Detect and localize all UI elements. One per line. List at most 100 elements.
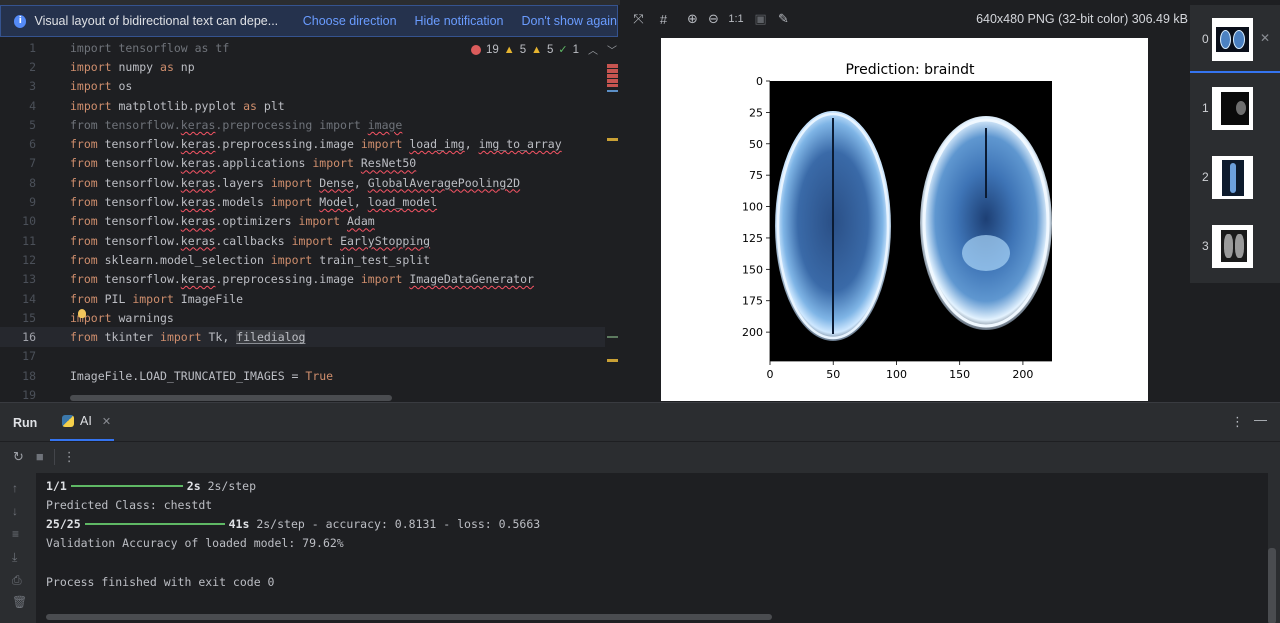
editor-horizontal-scrollbar[interactable] [70,395,392,401]
chevron-down-icon[interactable]: ﹀ [607,42,617,57]
scroll-down-icon[interactable]: ↓ [12,504,18,518]
line-number[interactable]: 2 [0,60,36,74]
code-line[interactable]: 9 from tensorflow.keras.models import Mod… [0,192,605,211]
change-marker[interactable] [607,336,618,338]
code-text[interactable]: from tensorflow.keras.applications impor… [70,156,416,170]
warning-marker[interactable] [607,359,618,362]
inspection-widget[interactable]: 19 ▲ 5 ▲ 5 ✓ 1 ︿ ﹀ [471,42,617,57]
print-icon[interactable]: ⎙ [12,573,22,588]
error-marker[interactable] [607,74,618,78]
warning-marker[interactable] [607,138,618,141]
grid-icon[interactable]: # [657,12,670,27]
code-line[interactable]: 4 import matplotlib.pyplot as plt [0,96,605,115]
code-line[interactable]: 3 import os [0,77,605,96]
line-number[interactable]: 7 [0,156,36,170]
thumbnail-2[interactable]: 2 [1190,143,1280,211]
error-marker[interactable] [607,69,618,73]
code-text[interactable]: from tensorflow.keras.preprocessing impo… [70,118,402,132]
scroll-to-end-icon[interactable]: ⤓ [12,550,17,565]
clear-all-icon[interactable]: 🗑 [12,595,27,609]
error-marker[interactable] [607,84,618,87]
line-number[interactable]: 11 [0,234,36,248]
info-marker[interactable] [607,90,618,92]
scroll-up-icon[interactable]: ↑ [12,481,18,495]
code-line[interactable]: 18 ImageFile.LOAD_TRUNCATED_IMAGES = True [0,366,605,385]
more-options-icon[interactable]: ⋮ [1231,414,1244,430]
console-vertical-scrollbar[interactable] [1268,548,1276,623]
code-line[interactable]: 5 from tensorflow.keras.preprocessing imp… [0,115,605,134]
line-number[interactable]: 10 [0,214,36,228]
run-tab-ai[interactable]: AI ✕ [50,403,114,441]
line-number[interactable]: 9 [0,195,36,209]
code-editor[interactable]: i Visual layout of bidirectional text ca… [0,0,620,402]
zoom-in-icon[interactable]: ⊕ [686,11,699,27]
code-text[interactable]: from tensorflow.keras.preprocessing.imag… [70,272,534,286]
code-line[interactable]: 12 from sklearn.model_selection import tr… [0,250,605,269]
code-line[interactable]: 15 import warnings [0,308,605,327]
dont-show-again-link[interactable]: Don't show again [521,14,617,28]
code-line[interactable]: 10 from tensorflow.keras.optimizers impor… [0,212,605,231]
rerun-icon[interactable]: ↻ [13,449,24,465]
thumbnail-1[interactable]: 1 [1190,74,1280,142]
console-output[interactable]: 1/1 2s 2s/step Predicted Class: chestdt 2… [36,473,1268,623]
code-text[interactable]: ImageFile.LOAD_TRUNCATED_IMAGES = True [70,369,333,383]
thumbnail-0[interactable]: 0 ✕ [1190,5,1280,73]
code-text[interactable]: import matplotlib.pyplot as plt [70,99,285,113]
close-tab-icon[interactable]: ✕ [102,415,111,428]
actual-size-button[interactable]: 1:1 [728,13,744,25]
more-actions-icon[interactable]: ⋮ [63,449,76,465]
code-line[interactable]: 8 from tensorflow.keras.layers import Den… [0,173,605,192]
color-picker-icon[interactable]: ✎ [777,11,790,27]
lightbulb-icon[interactable] [78,309,86,318]
fit-to-window-icon[interactable]: ⤧ [632,11,645,27]
line-number[interactable]: 8 [0,176,36,190]
code-text[interactable]: from tensorflow.keras.callbacks import E… [70,234,430,248]
code-text[interactable]: from tensorflow.keras.layers import Dens… [70,176,520,190]
code-line[interactable]: 2 import numpy as np [0,57,605,76]
stop-icon[interactable]: ■ [36,449,44,464]
line-number[interactable]: 3 [0,79,36,93]
close-icon[interactable]: ✕ [1260,31,1270,45]
hide-notification-link[interactable]: Hide notification [415,14,504,28]
line-number[interactable]: 17 [0,349,36,363]
code-line[interactable]: 14 from PIL import ImageFile [0,289,605,308]
code-text[interactable]: from tensorflow.keras.models import Mode… [70,195,437,209]
line-number[interactable]: 5 [0,118,36,132]
line-number[interactable]: 15 [0,311,36,325]
line-number[interactable]: 18 [0,369,36,383]
code-lines[interactable]: 1 import tensorflow as tf 2 import numpy as… [0,38,605,402]
code-line[interactable]: 16 from tkinter import Tk, filedialog [0,327,605,347]
image-background-icon[interactable]: ▣ [754,11,767,27]
code-line[interactable]: 13 from tensorflow.keras.preprocessing.im… [0,270,605,289]
error-marker[interactable] [607,79,618,83]
line-number[interactable]: 14 [0,292,36,306]
code-text[interactable]: from PIL import ImageFile [70,292,243,306]
code-text[interactable]: from tensorflow.keras.optimizers import … [70,214,375,228]
code-line[interactable]: 7 from tensorflow.keras.applications impo… [0,154,605,173]
code-line[interactable]: 11 from tensorflow.keras.callbacks import… [0,231,605,250]
minimize-icon[interactable]: — [1254,412,1267,427]
line-number[interactable]: 16 [0,330,36,344]
error-marker[interactable] [607,64,618,68]
soft-wrap-icon[interactable]: ≡ [12,527,19,541]
line-number[interactable]: 19 [0,388,36,402]
console-horizontal-scrollbar[interactable] [46,614,772,620]
code-text[interactable]: from tkinter import Tk, filedialog [70,330,306,345]
zoom-out-icon[interactable]: ⊖ [707,11,720,27]
line-number[interactable]: 1 [0,41,36,55]
code-text[interactable]: import numpy as np [70,60,195,74]
console-line-1: 1/1 2s 2s/step [46,479,256,493]
line-number[interactable]: 13 [0,272,36,286]
chevron-up-icon[interactable]: ︿ [588,42,598,57]
choose-direction-link[interactable]: Choose direction [303,14,397,28]
code-line[interactable]: 6 from tensorflow.keras.preprocessing.ima… [0,134,605,153]
line-number[interactable]: 4 [0,99,36,113]
line-number[interactable]: 12 [0,253,36,267]
code-text[interactable]: import tensorflow as tf [70,41,229,55]
code-text[interactable]: import os [70,79,132,93]
code-line[interactable]: 17 [0,347,605,366]
thumbnail-3[interactable]: 3 [1190,212,1280,280]
code-text[interactable]: from sklearn.model_selection import trai… [70,253,430,267]
line-number[interactable]: 6 [0,137,36,151]
code-text[interactable]: from tensorflow.keras.preprocessing.imag… [70,137,562,151]
